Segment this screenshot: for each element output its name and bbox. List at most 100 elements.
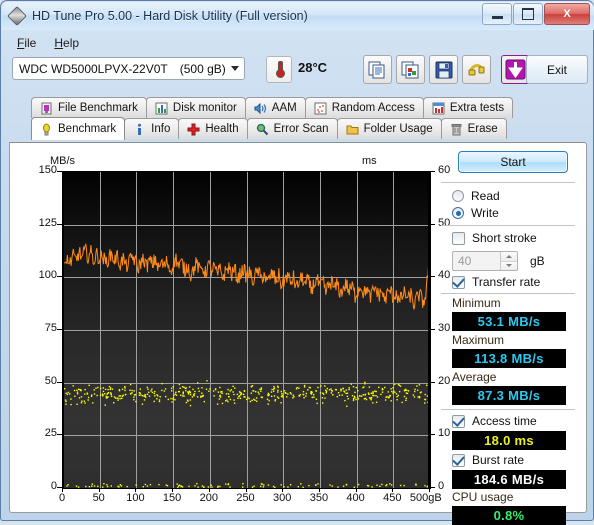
x-tick-label: 400 [346,492,364,504]
drive-select-arrow[interactable] [226,58,244,79]
title-bar: HD Tune Pro 5.00 - Hard Disk Utility (Fu… [2,2,594,30]
x-tick-label: 100 [126,492,144,504]
checkbox-access-time-icon [452,415,465,428]
tab-info[interactable]: Info [124,118,179,139]
tab-label: Erase [468,123,498,135]
stepper-down-button[interactable] [501,262,517,271]
magnifier-icon [256,123,269,136]
access-time-points [64,380,430,488]
tab-error-scan[interactable]: Error Scan [247,118,338,139]
tab-row-top: File Benchmark Disk monitor [31,97,512,118]
settings-button[interactable] [462,55,491,84]
tab-label: Health [205,123,238,135]
radio-write-label: Write [471,206,499,220]
tab-benchmark[interactable]: Benchmark [31,117,125,140]
chevron-down-icon [231,66,239,71]
tab-aam[interactable]: AAM [245,97,306,118]
tab-random-access[interactable]: Random Access [305,97,424,118]
stepper-buttons[interactable] [500,252,517,270]
folder-icon [346,123,359,136]
checkbox-transfer-rate-label: Transfer rate [472,275,540,289]
trash-icon [450,123,463,136]
stepper-up-button[interactable] [501,252,517,262]
x-tick-label: 500gB [410,492,442,504]
divider-4 [441,409,575,410]
x-tick-mark [99,488,100,492]
y-tick-label-left: 150 [25,164,57,176]
checkbox-short-stroke-icon [452,232,465,245]
bar-chart-icon [155,102,168,115]
exit-button[interactable]: Exit [526,55,588,84]
y-tick-mark-right [430,329,435,330]
short-stroke-value: 40 [453,254,500,268]
tab-strip: File Benchmark Disk monitor [9,97,587,143]
short-stroke-stepper[interactable]: 40 [452,251,518,271]
access-time-value: 18.0 ms [452,431,566,450]
purple-down-arrow-icon [505,59,526,80]
red-cross-icon [187,123,200,136]
tab-disk-monitor[interactable]: Disk monitor [146,97,246,118]
y-tick-label-left: 75 [25,322,57,334]
minimize-button[interactable] [482,3,512,25]
x-tick-mark [135,488,136,492]
maximize-button[interactable] [513,3,543,25]
x-tick-mark [429,488,430,492]
checkbox-transfer-rate[interactable]: Transfer rate [452,275,540,289]
x-tick-label: 300 [273,492,291,504]
copy-text-button[interactable] [363,55,392,84]
y-tick-mark-left [57,329,62,330]
divider-1 [441,182,575,183]
grid-line-vertical [430,172,431,488]
menu-item-file[interactable]: File [8,34,45,52]
tab-folder-usage[interactable]: Folder Usage [337,118,442,139]
copy-image-button[interactable] [396,55,425,84]
x-tick-mark [319,488,320,492]
drive-select[interactable]: WDC WD5000LPVX-22V0T(500 gB) [12,57,245,80]
maximum-value: 113.8 MB/s [452,349,566,368]
save-button[interactable] [429,55,458,84]
checkbox-transfer-rate-icon [452,276,465,289]
app-window: HD Tune Pro 5.00 - Hard Disk Utility (Fu… [0,0,594,521]
tab-extra-tests[interactable]: Extra tests [423,97,513,118]
y-tick-label-left: 25 [25,427,57,439]
checkbox-access-time[interactable]: Access time [452,414,537,428]
start-button[interactable]: Start [458,151,568,173]
maximum-label: Maximum [452,333,504,347]
checkbox-burst-rate[interactable]: Burst rate [452,453,524,467]
tab-label: Folder Usage [364,123,433,135]
x-tick-mark [356,488,357,492]
close-button[interactable]: X [544,3,590,25]
burst-rate-value: 184.6 MB/s [452,470,566,489]
thermometer-icon [276,61,283,78]
cpu-usage-value: 0.8% [452,506,566,525]
checkbox-short-stroke-label: Short stroke [472,231,537,245]
x-tick-label: 0 [59,492,65,504]
tab-label: Extra tests [450,102,504,114]
radio-read[interactable]: Read [452,189,500,203]
divider-2 [441,225,575,226]
y-tick-mark-left [57,487,62,488]
y-tick-mark-right [430,487,435,488]
toolbar: WDC WD5000LPVX-22V0T(500 gB) 28°C [8,54,588,92]
minimum-label: Minimum [452,296,501,310]
window-buttons: X [481,3,590,25]
y-tick-mark-right [430,224,435,225]
series-layer [63,172,430,488]
x-tick-mark [282,488,283,492]
y-axis-left [62,171,64,488]
tab-file-benchmark[interactable]: File Benchmark [31,97,147,118]
x-tick-mark [172,488,173,492]
tab-health[interactable]: Health [178,118,247,139]
menu-item-help[interactable]: Help [45,34,88,52]
x-tick-label: 200 [200,492,218,504]
checkbox-short-stroke[interactable]: Short stroke [452,231,537,245]
lightbulb-icon [40,123,53,136]
y-tick-mark-right [430,276,435,277]
tab-erase[interactable]: Erase [441,118,507,139]
y-axis-label-right: ms [362,155,377,167]
speaker-icon [254,102,267,115]
x-tick-label: 350 [310,492,328,504]
short-stroke-unit: gB [530,254,545,268]
radio-write[interactable]: Write [452,206,499,220]
cable-connector-icon [467,60,486,79]
